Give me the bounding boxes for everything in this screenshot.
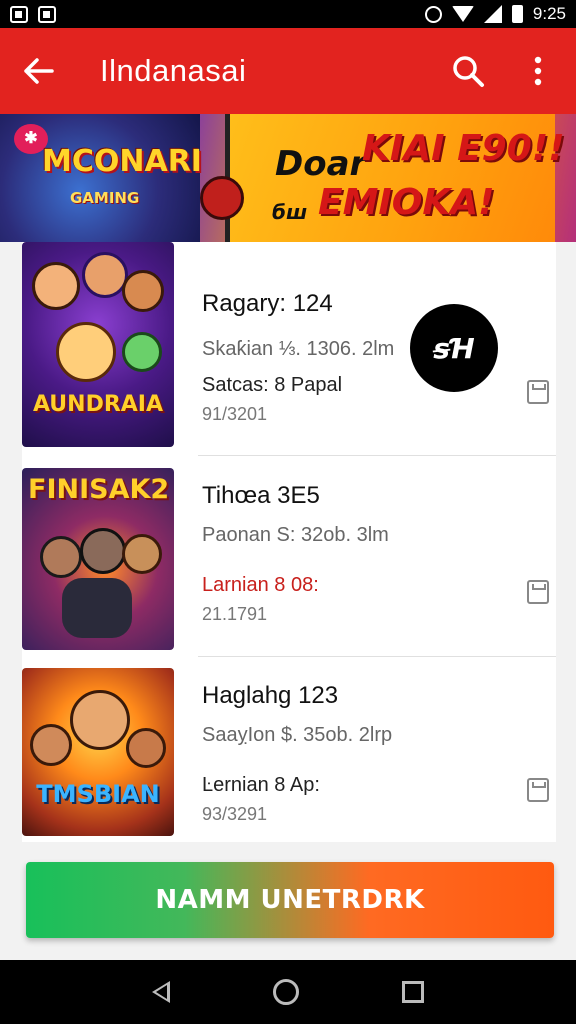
list-item[interactable]: TMSBIAN Haglahg 123 SaaỵIon $. 35ob. 2lr… <box>22 666 556 836</box>
status-bar: 9:25 <box>0 0 576 28</box>
game-meta: Ŀernian 8 Ap: <box>202 774 320 796</box>
game-thumbnail: FINISAK2 <box>22 468 174 650</box>
thumbnail-title: TMSBIAN <box>36 780 160 808</box>
game-subtitle: SaaỵIon $. 35ob. 2lrp <box>202 724 393 746</box>
more-options-icon[interactable] <box>518 51 558 91</box>
wifi-icon <box>451 6 474 22</box>
save-icon[interactable] <box>527 380 549 404</box>
banner-game-art: ✱ MCONARI GAMING <box>0 114 202 242</box>
screen: 9:25 Ilndanasai ✱ MCONARI GAMING Doar KI… <box>0 0 576 1024</box>
floating-action-button[interactable]: ꞩꞪ <box>410 304 498 392</box>
banner-game-title: MCONARI <box>42 144 202 179</box>
banner-small-word: бш <box>272 200 308 224</box>
status-time: 9:25 <box>532 4 566 23</box>
system-nav-bar <box>0 960 576 1024</box>
search-icon[interactable] <box>448 51 488 91</box>
promo-banner[interactable]: ✱ MCONARI GAMING Doar KIAI E90!! бш ЕMIO… <box>0 114 576 242</box>
divider <box>198 656 556 657</box>
game-title: Ragary: 124 <box>202 290 333 317</box>
thumbnail-title: AUNDRAIA <box>32 392 164 417</box>
game-code: 21.1791 <box>202 604 268 624</box>
game-code: 91/3201 <box>202 404 268 424</box>
back-arrow-icon[interactable] <box>18 50 60 92</box>
game-thumbnail: AUNDRAIA <box>22 242 174 447</box>
game-title: Haglahg 123 <box>202 682 339 709</box>
notification-icon-2 <box>38 5 56 23</box>
battery-icon <box>511 5 523 23</box>
banner-word-3: ЕMIOKA! <box>318 182 495 223</box>
save-icon[interactable] <box>527 580 549 604</box>
game-title: Tihœa 3E5 <box>202 482 320 509</box>
nav-back-icon[interactable] <box>151 981 170 1003</box>
list-item[interactable]: FINISAK2 Tihœa 3E5 Paonan S: 32ob. 3lm L… <box>22 466 556 656</box>
save-icon[interactable] <box>527 778 549 802</box>
signal-icon <box>483 5 502 23</box>
alarm-icon <box>424 5 442 23</box>
game-subtitle: Skaƙian ⅓. 1306. 2lm <box>202 338 395 360</box>
game-thumbnail: TMSBIAN <box>22 668 174 836</box>
banner-word-1: Doar <box>275 144 367 184</box>
game-meta: Satcas: 8 Papal <box>202 374 343 396</box>
game-subtitle: Paonan S: 32ob. 3lm <box>202 524 389 546</box>
app-title: Ilndanasai <box>100 53 247 88</box>
game-code: 93/3291 <box>202 804 268 824</box>
banner-game-subtitle: GAMING <box>70 189 140 207</box>
thumbnail-title: FINISAK2 <box>28 474 170 505</box>
notification-icon <box>10 5 28 23</box>
primary-action-button[interactable]: NAMM UNETRDRK <box>26 862 554 938</box>
banner-bomb-icon <box>200 176 244 220</box>
banner-word-2: KIAI E90!! <box>362 128 565 169</box>
app-bar: Ilndanasai <box>0 28 576 114</box>
game-meta: Larnian 8 08: <box>202 574 319 596</box>
nav-home-icon[interactable] <box>272 979 299 1005</box>
nav-recents-icon[interactable] <box>402 981 425 1003</box>
divider <box>198 455 556 456</box>
